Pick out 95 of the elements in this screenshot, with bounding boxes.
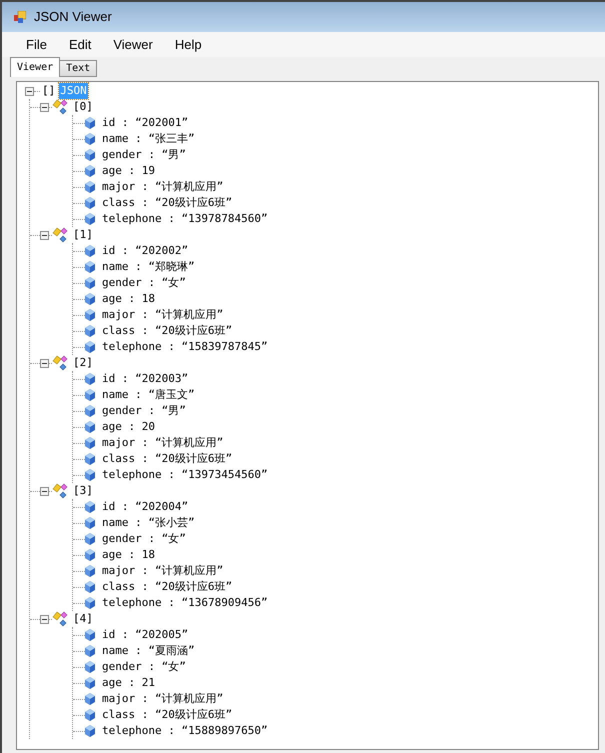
tree-node[interactable]: telephone : “13978784560”: [102, 210, 268, 228]
cube-icon: [85, 437, 95, 449]
tree-node[interactable]: gender : “女”: [102, 658, 186, 676]
tree-node[interactable]: gender : “男”: [102, 402, 186, 420]
diamonds-icon: [52, 611, 68, 627]
cube-icon: [85, 149, 95, 161]
diamonds-icon: [52, 483, 68, 499]
cube-icon: [85, 341, 95, 353]
cube-icon: [85, 213, 95, 225]
tree-node[interactable]: class : “20级计应6班”: [102, 706, 232, 724]
tree-node[interactable]: class : “20级计应6班”: [102, 450, 232, 468]
cube-icon: [85, 325, 95, 337]
cube-icon: [85, 245, 95, 257]
diamonds-icon: [52, 99, 68, 115]
cube-icon: [85, 677, 95, 689]
cube-icon: [85, 725, 95, 737]
tree-node[interactable]: id : “202005”: [102, 626, 188, 644]
collapse-icon[interactable]: [25, 86, 34, 96]
tree-node[interactable]: age : 18: [102, 546, 155, 564]
tree-node[interactable]: telephone : “15839787845”: [102, 338, 268, 356]
tree-node[interactable]: id : “202004”: [102, 498, 188, 516]
cube-icon: [85, 373, 95, 385]
collapse-icon[interactable]: [40, 102, 49, 112]
cube-icon: [85, 261, 95, 273]
tree-node[interactable]: age : 18: [102, 290, 155, 308]
cube-icon: [85, 197, 95, 209]
tree-node[interactable]: id : “202002”: [102, 242, 188, 260]
tree-node[interactable]: [2]: [73, 354, 93, 372]
tree-node[interactable]: gender : “女”: [102, 274, 186, 292]
collapse-icon[interactable]: [40, 614, 49, 624]
tab[interactable]: Text: [59, 60, 98, 77]
collapse-icon[interactable]: [40, 486, 49, 496]
tree-node[interactable]: [0]: [73, 98, 93, 116]
tree-node[interactable]: major : “计算机应用”: [102, 690, 224, 708]
array-label: []: [42, 82, 56, 99]
tree-node[interactable]: name : “郑晓琳”: [102, 258, 195, 276]
tree-node[interactable]: telephone : “15889897650”: [102, 722, 268, 740]
cube-icon: [85, 453, 95, 465]
tree-node[interactable]: age : 19: [102, 162, 155, 180]
cube-icon: [85, 277, 95, 289]
cube-icon: [85, 293, 95, 305]
tree-node[interactable]: id : “202003”: [102, 370, 188, 388]
app-icon: [14, 11, 26, 23]
tree-node[interactable]: gender : “女”: [102, 530, 186, 548]
collapse-icon[interactable]: [40, 230, 49, 240]
cube-icon: [85, 693, 95, 705]
tree-node[interactable]: class : “20级计应6班”: [102, 194, 232, 212]
cube-icon: [85, 661, 95, 673]
cube-icon: [85, 469, 95, 481]
cube-icon: [85, 517, 95, 529]
tree-node[interactable]: class : “20级计应6班”: [102, 322, 232, 340]
cube-icon: [85, 405, 95, 417]
tree-node[interactable]: telephone : “13678909456”: [102, 594, 268, 612]
cube-icon: [85, 421, 95, 433]
cube-icon: [85, 581, 95, 593]
cube-icon: [85, 565, 95, 577]
tree-node[interactable]: name : “张三丰”: [102, 130, 195, 148]
cube-icon: [85, 181, 95, 193]
cube-icon: [85, 117, 95, 129]
cube-icon: [85, 549, 95, 561]
diamonds-icon: [52, 227, 68, 243]
menu-item[interactable]: Viewer: [103, 34, 163, 54]
tree-node[interactable]: telephone : “13973454560”: [102, 466, 268, 484]
cube-icon: [85, 629, 95, 641]
menu-item[interactable]: Edit: [58, 34, 102, 54]
tree-node[interactable]: name : “唐玉文”: [102, 386, 195, 404]
cube-icon: [85, 165, 95, 177]
collapse-icon[interactable]: [40, 358, 49, 368]
menu-item[interactable]: Help: [164, 34, 212, 54]
tree-node[interactable]: id : “202001”: [102, 114, 188, 132]
tree-node[interactable]: major : “计算机应用”: [102, 562, 224, 580]
tree-node[interactable]: [3]: [73, 482, 93, 500]
tree-node[interactable]: major : “计算机应用”: [102, 434, 224, 452]
tree-node[interactable]: class : “20级计应6班”: [102, 578, 232, 596]
tree-node[interactable]: age : 21: [102, 674, 155, 692]
tree-node[interactable]: major : “计算机应用”: [102, 178, 224, 196]
cube-icon: [85, 309, 95, 321]
tree-node[interactable]: [1]: [73, 226, 93, 244]
cube-icon: [85, 133, 95, 145]
tree-node[interactable]: name : “张小芸”: [102, 514, 195, 532]
cube-icon: [85, 597, 95, 609]
cube-icon: [85, 645, 95, 657]
tab[interactable]: Viewer: [10, 57, 60, 77]
tree-node[interactable]: [4]: [73, 610, 93, 628]
diamonds-icon: [52, 355, 68, 371]
tree-node[interactable]: age : 20: [102, 418, 155, 436]
cube-icon: [85, 501, 95, 513]
menu-item[interactable]: File: [16, 34, 57, 54]
tree-node[interactable]: name : “夏雨涵”: [102, 642, 195, 660]
window-title: JSON Viewer: [34, 8, 112, 26]
tree-node[interactable]: gender : “男”: [102, 146, 186, 164]
tree-node[interactable]: major : “计算机应用”: [102, 306, 224, 324]
cube-icon: [85, 389, 95, 401]
cube-icon: [85, 709, 95, 721]
cube-icon: [85, 533, 95, 545]
